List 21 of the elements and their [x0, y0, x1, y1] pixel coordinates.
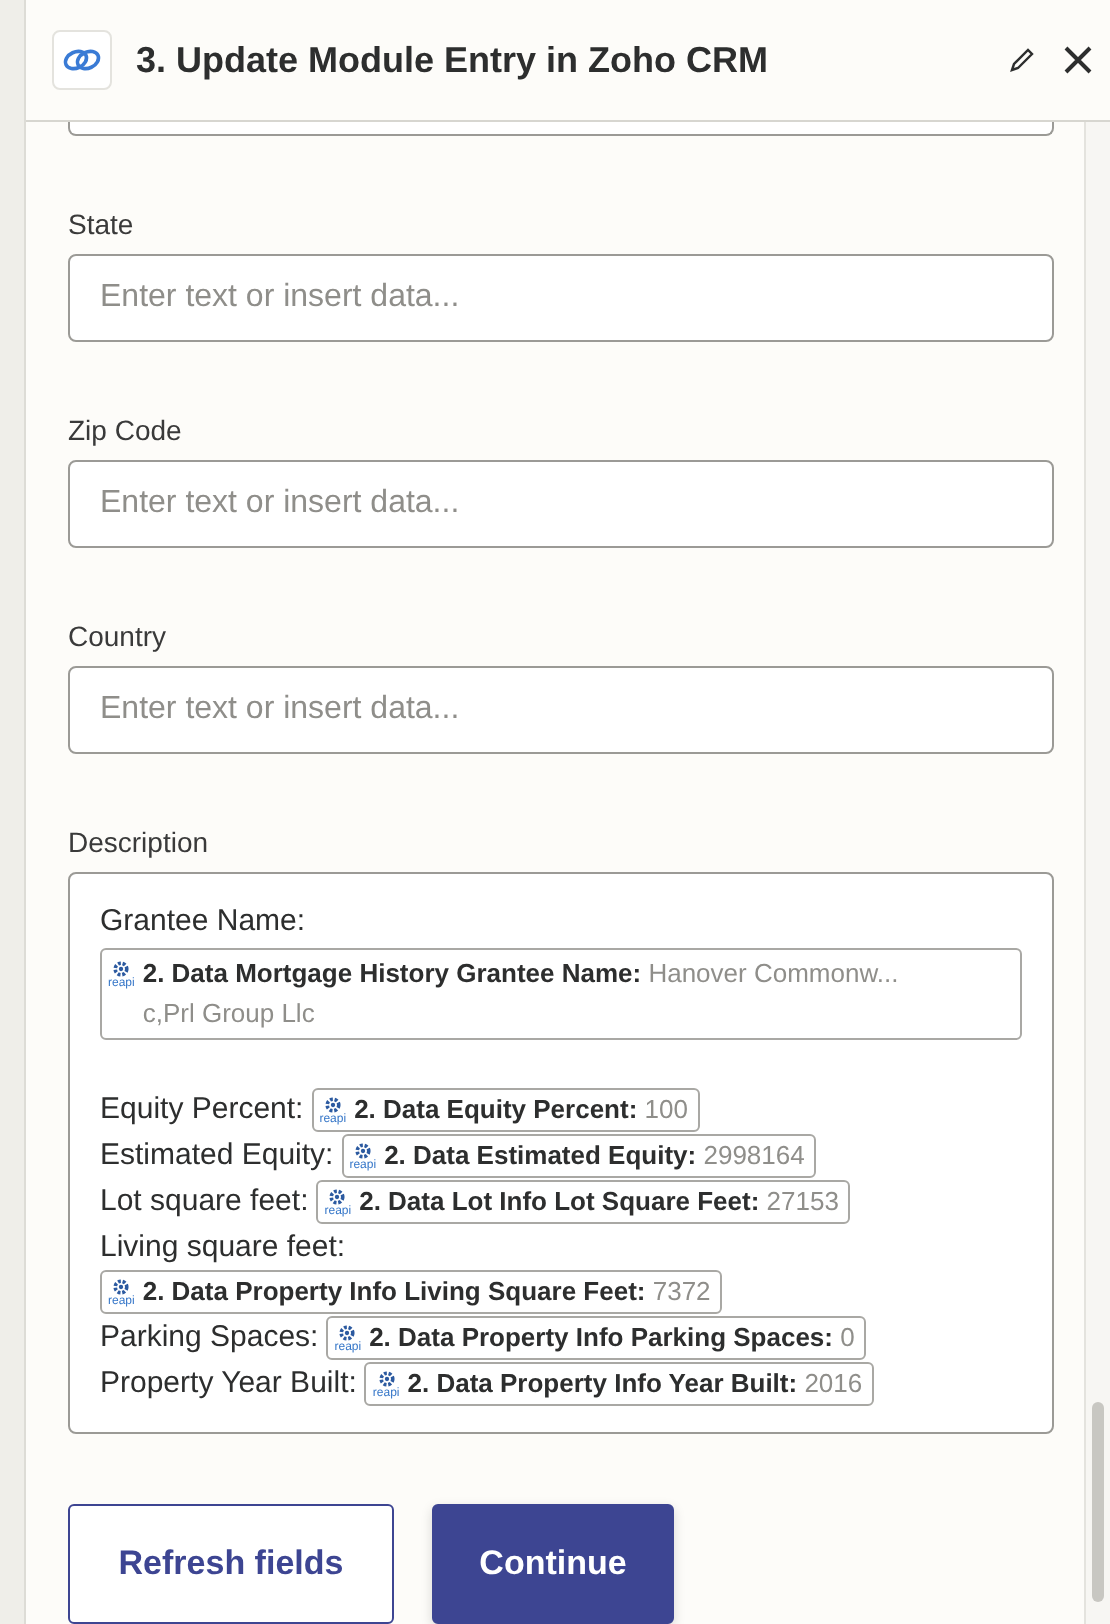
input-field[interactable]: Enter text or insert data... — [68, 459, 1054, 548]
field-label: State — [68, 207, 136, 240]
description-field[interactable] — [68, 871, 1054, 1434]
input-field[interactable]: Enter text or insert data... — [68, 253, 1054, 342]
description-text: Estimated Equity: — [100, 1137, 334, 1172]
refresh-button[interactable]: Refresh fields — [68, 1504, 394, 1624]
close-icon[interactable] — [1062, 44, 1094, 76]
field-label: Zip Code — [68, 413, 184, 446]
input-field[interactable]: Enter text or insert data... — [68, 665, 1054, 754]
description-text: Living square feet: — [100, 1227, 348, 1268]
field-label: Description — [68, 825, 211, 858]
app-logo-icon — [52, 30, 112, 90]
description-text: Grantee Name: — [100, 903, 306, 938]
description-text: Parking Spaces: — [100, 1319, 319, 1354]
continue-button[interactable]: Continue — [432, 1504, 674, 1624]
description-text: Equity Percent: — [100, 1091, 304, 1126]
panel-title: 3. Update Module Entry in Zoho CRM — [136, 39, 770, 81]
pencil-icon[interactable] — [1006, 44, 1038, 76]
field-label: Country — [68, 619, 169, 652]
description-text: Property Year Built: — [100, 1365, 357, 1400]
description-text: Lot square feet: — [100, 1183, 309, 1218]
